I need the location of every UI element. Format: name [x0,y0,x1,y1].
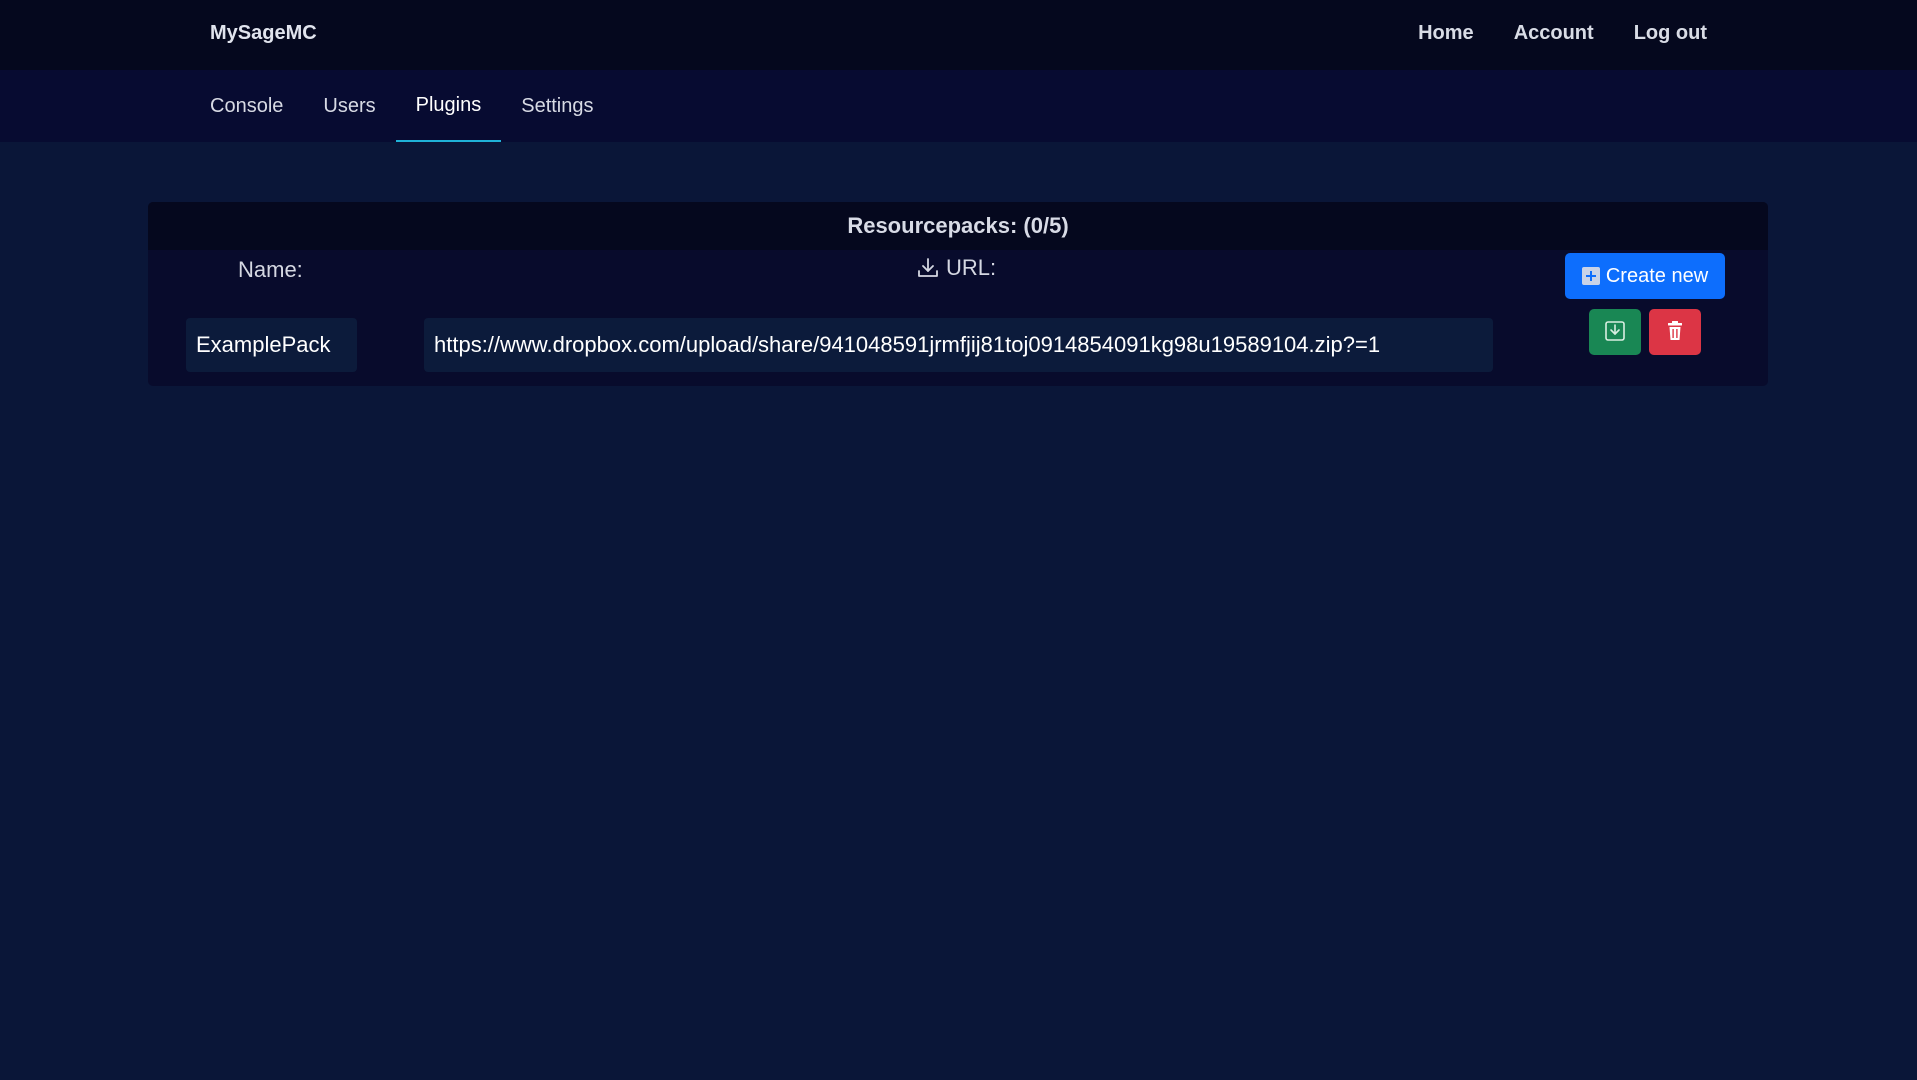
pack-url-input[interactable] [424,318,1493,372]
create-new-label: Create new [1605,264,1709,287]
url-column-header: URL: [916,255,996,281]
delete-pack-button[interactable] [1649,309,1701,355]
nav-logout-link[interactable]: Log out [1634,22,1707,45]
top-navbar: MySageMC Home Account Log out [0,0,1917,70]
nav-account-link[interactable]: Account [1514,22,1594,45]
tab-settings[interactable]: Settings [501,70,613,142]
nav-home-link[interactable]: Home [1418,22,1474,45]
panel-title: Resourcepacks: (0/5) [148,202,1768,250]
tab-users[interactable]: Users [303,70,395,142]
trash-icon [1665,320,1685,345]
resourcepacks-panel: Resourcepacks: (0/5) Name: URL: Create n… [148,202,1768,386]
tab-bar: Console Users Plugins Settings [190,70,614,142]
brand-logo[interactable]: MySageMC [210,22,317,45]
name-column-header: Name: [238,257,303,282]
download-pack-button[interactable] [1589,309,1641,355]
download-icon [916,256,940,280]
url-column-label: URL: [946,255,997,280]
pack-name-input[interactable] [186,318,357,372]
plus-square-icon [1581,267,1600,285]
top-nav-links: Home Account Log out [1418,22,1707,45]
download-box-icon [1604,320,1626,345]
tab-console[interactable]: Console [190,70,303,142]
create-new-button[interactable]: Create new [1565,253,1725,299]
sub-navbar: Console Users Plugins Settings [0,70,1917,142]
tab-plugins[interactable]: Plugins [395,70,502,142]
